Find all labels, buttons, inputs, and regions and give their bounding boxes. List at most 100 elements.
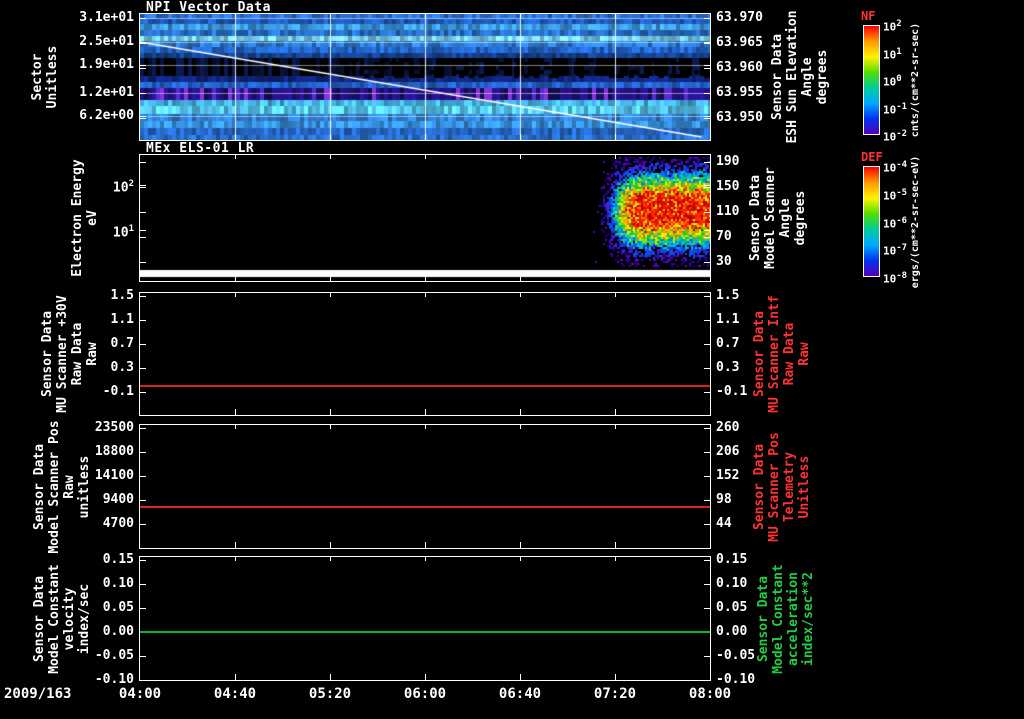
y-axis-label-line: Model Constant xyxy=(47,563,62,674)
tick-mark xyxy=(140,116,146,117)
tick-mark xyxy=(140,392,146,393)
tick-exponent: -1 xyxy=(896,101,908,112)
tick-mark xyxy=(704,392,710,393)
right-axis-label-line: Model Constant xyxy=(771,563,786,674)
tick-mark xyxy=(704,608,710,609)
time-tick-label: 05:20 xyxy=(308,686,352,702)
scanner-pos-panel xyxy=(139,424,711,549)
colorbar-nf-title: NF xyxy=(861,9,876,23)
tick-mark xyxy=(704,230,710,231)
series-line-mu-scanner-30v-raw xyxy=(140,385,710,387)
tick-mark xyxy=(140,500,146,501)
tick-mark xyxy=(704,560,710,561)
tick-exponent: -7 xyxy=(896,243,908,254)
tick-exponent: -8 xyxy=(896,271,908,281)
y-axis-label-line: Unitless xyxy=(45,45,60,109)
tick-mark xyxy=(520,293,521,297)
tick-mark xyxy=(704,93,710,94)
tick-mark xyxy=(140,262,146,263)
tick-mark xyxy=(140,368,146,369)
tick-mark xyxy=(140,428,146,429)
tick-exponent: 2 xyxy=(128,179,134,190)
tick-mark xyxy=(615,155,616,159)
plot-screen: NPI Vector Data MEx ELS-01 LR NF DEF 200… xyxy=(0,0,1024,708)
tick-mark xyxy=(330,293,331,297)
tick-mark xyxy=(615,409,616,415)
tick-mark xyxy=(140,680,146,681)
colorbar-units-label: ergs/(cm**2-sr-sec-eV) xyxy=(910,122,922,322)
tick-mark xyxy=(140,185,146,186)
time-tick-label: 04:00 xyxy=(118,686,162,702)
tick-mark xyxy=(704,656,710,657)
tick-mark xyxy=(330,155,331,159)
tick-mark xyxy=(704,344,710,345)
right-axis-label-line: acceleration xyxy=(786,571,801,666)
tick-mark xyxy=(140,93,146,94)
tick-mark xyxy=(425,542,426,548)
tick-mark xyxy=(615,293,616,297)
tick-mark xyxy=(140,560,146,561)
tick-mark xyxy=(704,65,710,66)
tick-mark xyxy=(140,656,146,657)
tick-mark xyxy=(235,155,236,159)
tick-mark xyxy=(520,542,521,548)
y-axis-label-line: Sector xyxy=(30,53,45,101)
tick-mark xyxy=(704,296,710,297)
tick-mark xyxy=(704,162,710,163)
tick-mark xyxy=(235,542,236,548)
tick-mark xyxy=(520,14,521,18)
tick-exponent: -4 xyxy=(896,160,908,170)
tick-mark xyxy=(330,557,331,561)
tick-mark xyxy=(425,674,426,680)
tick-mark xyxy=(330,674,331,680)
tick-mark xyxy=(140,18,146,19)
tick-exponent: 2 xyxy=(896,19,902,29)
tick-mark xyxy=(140,476,146,477)
tick-mark xyxy=(704,584,710,585)
tick-mark xyxy=(235,425,236,429)
y-tick-label: 1.9e+01 xyxy=(79,57,134,73)
tick-mark xyxy=(704,368,710,369)
tick-mark xyxy=(235,557,236,561)
tick-mark xyxy=(704,43,710,44)
tick-mark xyxy=(704,212,710,213)
tick-mark xyxy=(615,134,616,140)
time-tick-label: 08:00 xyxy=(688,686,732,702)
y-axis-label-line: velocity xyxy=(62,587,77,650)
tick-mark xyxy=(140,212,146,213)
tick-mark xyxy=(704,476,710,477)
tick-mark xyxy=(425,275,426,281)
tick-mark xyxy=(425,557,426,561)
series-line-model-constant-velocity xyxy=(140,631,710,633)
tick-mark xyxy=(704,118,710,119)
time-tick-label: 04:40 xyxy=(213,686,257,702)
tick-mark xyxy=(520,557,521,561)
tick-mark xyxy=(140,68,146,69)
time-tick-label: 06:40 xyxy=(498,686,542,702)
tick-mark xyxy=(140,43,146,44)
tick-mark xyxy=(140,524,146,525)
tick-mark xyxy=(704,680,710,681)
tick-mark xyxy=(330,409,331,415)
tick-exponent: -5 xyxy=(896,187,908,198)
tick-mark xyxy=(140,584,146,585)
tick-mark xyxy=(235,134,236,140)
tick-mark xyxy=(615,557,616,561)
tick-mark xyxy=(704,428,710,429)
right-axis-label-line: Sensor Data xyxy=(756,575,771,662)
tick-mark xyxy=(140,320,146,321)
tick-mark xyxy=(235,674,236,680)
tick-exponent: 1 xyxy=(128,224,134,235)
tick-mark xyxy=(425,155,426,159)
tick-mark xyxy=(330,275,331,281)
tick-mark xyxy=(704,185,710,186)
tick-mark xyxy=(330,134,331,140)
tick-mark xyxy=(140,187,146,188)
y-axis-label: Sector Unitless xyxy=(30,0,60,177)
tick-mark xyxy=(425,134,426,140)
tick-mark xyxy=(704,187,710,188)
tick-mark xyxy=(140,452,146,453)
tick-mark xyxy=(520,275,521,281)
tick-exponent: -6 xyxy=(896,215,908,226)
colorbar-units-label-line: ergs/(cm**2-sr-sec-eV) xyxy=(910,155,921,288)
